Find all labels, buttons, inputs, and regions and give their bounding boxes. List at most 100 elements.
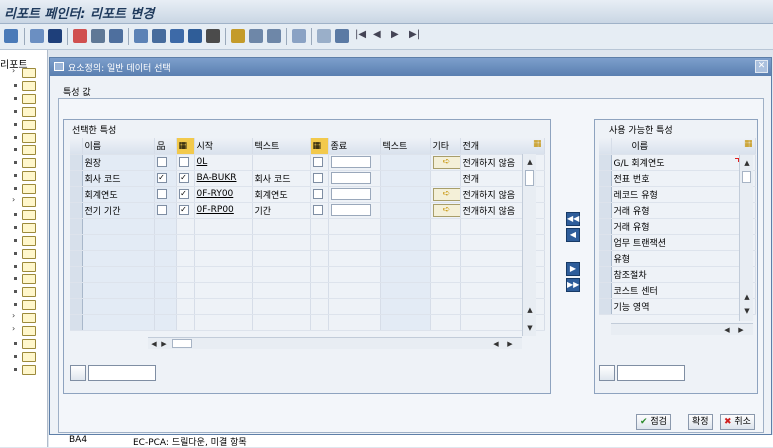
row-header[interactable] bbox=[70, 298, 83, 315]
folder-icon[interactable] bbox=[22, 326, 36, 336]
folder-icon[interactable] bbox=[22, 132, 36, 143]
delete-icon[interactable] bbox=[206, 29, 220, 43]
available-item-label[interactable]: 유형 bbox=[611, 250, 756, 267]
row-header[interactable] bbox=[599, 218, 612, 235]
table-row[interactable] bbox=[70, 250, 545, 267]
available-item-label[interactable]: 기능 영역 bbox=[611, 298, 756, 315]
hierarchy-checkbox[interactable]: ✓ bbox=[156, 172, 167, 183]
other-cell[interactable]: ➪ bbox=[430, 202, 461, 219]
end-input[interactable] bbox=[330, 204, 371, 216]
search-input-2[interactable] bbox=[617, 365, 685, 381]
tree-icon[interactable] bbox=[109, 29, 123, 43]
expand-arrow-icon[interactable]: › bbox=[12, 311, 15, 320]
bottom-node-label[interactable]: BA4 bbox=[69, 435, 87, 445]
text-col-icon[interactable]: ▦ bbox=[176, 138, 195, 155]
list-item[interactable]: 업무 트랜잭션 bbox=[599, 234, 756, 251]
available-item-label[interactable]: 코스트 센터 bbox=[611, 282, 756, 299]
hierarchy-cell[interactable]: ✓ bbox=[154, 170, 177, 187]
scroll-right-icon-3[interactable]: ▶ bbox=[735, 324, 747, 336]
available-scrollbar[interactable]: ▲ ▲ ▼ bbox=[739, 155, 753, 321]
table-row[interactable] bbox=[70, 314, 545, 331]
hierarchy-cell[interactable] bbox=[154, 202, 177, 219]
end-cell[interactable] bbox=[328, 186, 381, 203]
col-other[interactable]: 기타 bbox=[430, 138, 461, 155]
scroll-up-icon-2[interactable]: ▲ bbox=[524, 304, 536, 316]
start-value[interactable]: 0F-RY00 bbox=[194, 186, 253, 203]
hierarchy-cell[interactable] bbox=[154, 186, 177, 203]
check-button[interactable]: ✔ 점검 bbox=[636, 414, 671, 430]
folder-icon[interactable] bbox=[22, 171, 36, 182]
hierarchy-cell[interactable] bbox=[154, 154, 177, 171]
filter-icon[interactable] bbox=[91, 29, 105, 43]
text-cell[interactable] bbox=[176, 154, 195, 171]
scroll-down-icon[interactable]: ▼ bbox=[524, 322, 536, 334]
scroll-down-icon-2[interactable]: ▼ bbox=[741, 305, 753, 317]
move-all-right-icon[interactable]: ▶▶ bbox=[566, 278, 580, 292]
hierarchy-checkbox[interactable] bbox=[156, 204, 167, 215]
print-icon[interactable] bbox=[73, 29, 87, 43]
first-page-icon[interactable]: |◀ bbox=[355, 29, 369, 43]
close-button[interactable]: ✕ bbox=[755, 60, 768, 73]
row-header[interactable] bbox=[70, 218, 83, 235]
table-row[interactable]: 회계연도 ✓ 0F-RY00 회계연도 ➪ 전개하지 않음 bbox=[70, 186, 545, 203]
row-header[interactable] bbox=[70, 266, 83, 283]
row-header[interactable] bbox=[70, 170, 83, 187]
text-cell[interactable]: ✓ bbox=[176, 170, 195, 187]
row-header[interactable] bbox=[70, 234, 83, 251]
table-row[interactable] bbox=[70, 266, 545, 283]
eraser-icon[interactable] bbox=[292, 29, 306, 43]
selected-scrollbar[interactable]: ▲ ▼ ▲ bbox=[522, 154, 536, 336]
row-header[interactable] bbox=[599, 250, 612, 267]
move-right-icon[interactable]: ▶ bbox=[566, 262, 580, 276]
layout-col-icon[interactable]: ▦ bbox=[533, 139, 542, 149]
start-value[interactable]: BA-BUKR bbox=[194, 170, 253, 187]
other-arrow-icon[interactable]: ➪ bbox=[432, 203, 459, 217]
hierarchy-icon[interactable] bbox=[30, 29, 44, 43]
scroll-right-icon-2[interactable]: ▶ bbox=[504, 338, 516, 350]
folder-icon[interactable] bbox=[22, 222, 36, 233]
scroll-left-icon-3[interactable]: ◀ bbox=[721, 324, 733, 336]
row-header[interactable] bbox=[70, 250, 83, 267]
available-item-label[interactable]: 전표 번호 bbox=[611, 170, 756, 187]
find-icon[interactable] bbox=[188, 29, 202, 43]
folder-icon[interactable] bbox=[22, 261, 36, 272]
end-text-cell[interactable] bbox=[310, 186, 329, 203]
cut-icon[interactable] bbox=[231, 29, 245, 43]
list-item[interactable]: 코스트 센터 bbox=[599, 282, 756, 299]
folder-icon[interactable] bbox=[22, 119, 36, 130]
row-header[interactable] bbox=[70, 186, 83, 203]
folder-icon[interactable] bbox=[22, 209, 36, 220]
col-text2[interactable]: 텍스트 bbox=[380, 138, 431, 155]
table-row[interactable]: 회사 코드 ✓ ✓ BA-BUKR 회사 코드 전개 bbox=[70, 170, 545, 187]
scroll-left-icon-2[interactable]: ◀ bbox=[490, 338, 502, 350]
folder-icon[interactable] bbox=[22, 364, 36, 375]
end-cell[interactable] bbox=[328, 154, 381, 171]
layout-col-icon-2[interactable]: ▦ bbox=[744, 139, 753, 149]
row-header[interactable] bbox=[599, 186, 612, 203]
available-item-label[interactable]: 거래 유형 bbox=[611, 202, 756, 219]
row-header[interactable] bbox=[599, 234, 612, 251]
other-arrow-icon[interactable]: ➪ bbox=[432, 187, 459, 201]
hierarchy-checkbox[interactable] bbox=[156, 188, 167, 199]
row-header[interactable] bbox=[599, 298, 612, 315]
folder-icon[interactable] bbox=[22, 274, 36, 285]
confirm-button[interactable]: 확정 bbox=[688, 414, 713, 430]
list-item[interactable]: 기능 영역 bbox=[599, 298, 756, 315]
hierarchy-checkbox[interactable] bbox=[156, 156, 167, 167]
copy-icon[interactable] bbox=[134, 29, 148, 43]
row-header[interactable] bbox=[599, 282, 612, 299]
folder-icon[interactable] bbox=[22, 300, 36, 311]
table-row[interactable] bbox=[70, 282, 545, 299]
folder-icon[interactable] bbox=[22, 235, 36, 246]
scroll-up-icon-4[interactable]: ▲ bbox=[741, 291, 753, 303]
row-header[interactable] bbox=[70, 154, 83, 171]
row-header[interactable] bbox=[599, 266, 612, 283]
prev-page-icon[interactable]: ◀ bbox=[373, 29, 387, 43]
expand-arrow-icon[interactable]: › bbox=[12, 66, 15, 75]
folder-icon[interactable] bbox=[22, 197, 36, 207]
row-header[interactable] bbox=[599, 154, 612, 171]
list-item[interactable]: G/L 회계연도 bbox=[599, 154, 756, 171]
text-checkbox[interactable]: ✓ bbox=[178, 172, 189, 183]
folder-icon[interactable] bbox=[22, 158, 36, 169]
end-text-cell[interactable] bbox=[310, 202, 329, 219]
